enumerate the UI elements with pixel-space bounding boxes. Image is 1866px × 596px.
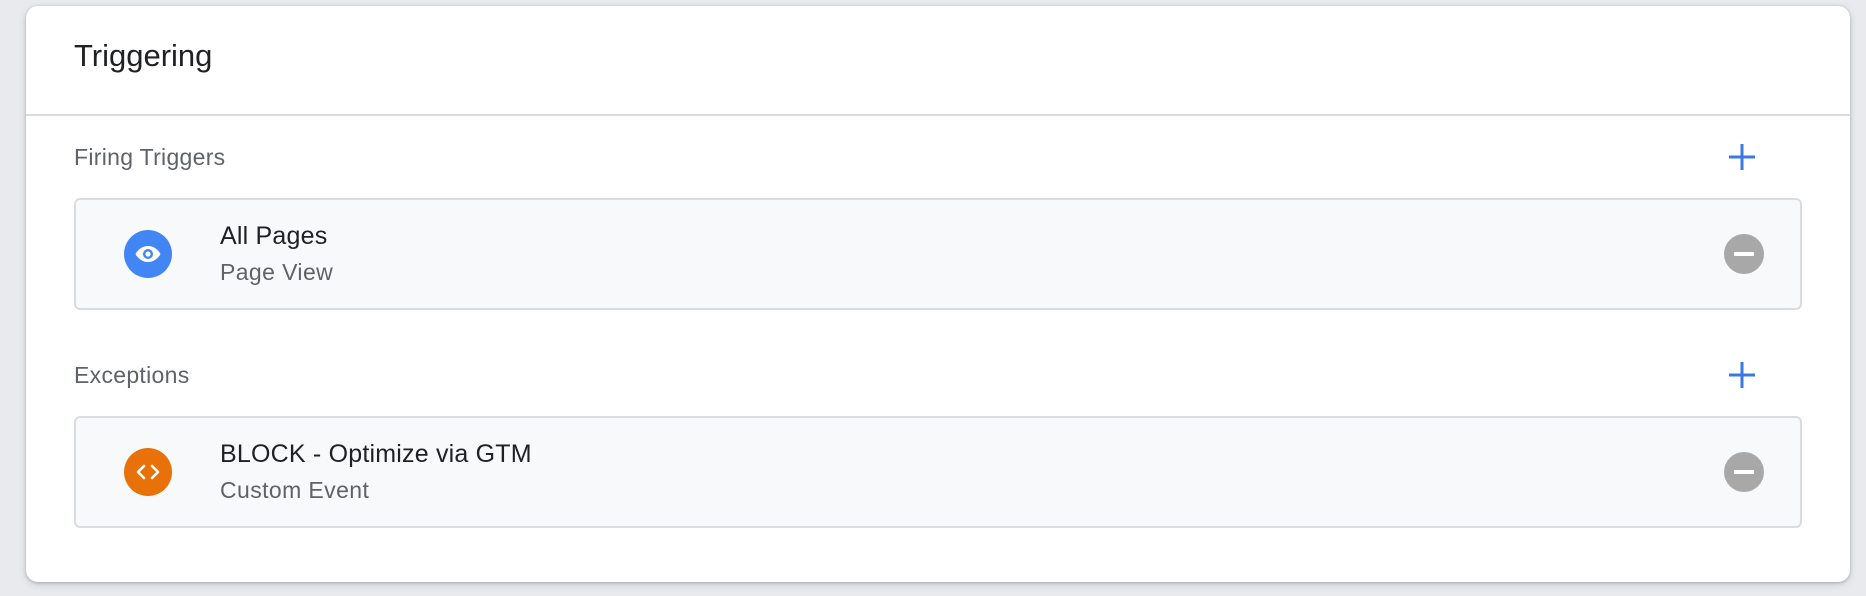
- firing-triggers-header: Firing Triggers: [74, 116, 1802, 198]
- firing-triggers-section: Firing Triggers All Pages Page View: [26, 116, 1850, 310]
- exceptions-header: Exceptions: [74, 334, 1802, 416]
- minus-icon: [1734, 252, 1754, 256]
- page-view-type-icon: [124, 230, 172, 278]
- plus-icon: [1729, 144, 1755, 170]
- eye-icon: [135, 246, 161, 262]
- card-header: Triggering: [26, 6, 1850, 116]
- exception-text: BLOCK - Optimize via GTM Custom Event: [220, 440, 532, 504]
- code-icon: [136, 464, 160, 480]
- exception-row[interactable]: BLOCK - Optimize via GTM Custom Event: [74, 416, 1802, 528]
- firing-triggers-label: Firing Triggers: [74, 143, 226, 170]
- exception-type: Custom Event: [220, 477, 370, 503]
- exceptions-label: Exceptions: [74, 361, 190, 388]
- custom-event-type-icon: [124, 448, 172, 496]
- add-exception-button[interactable]: [1718, 351, 1766, 399]
- plus-icon: [1729, 362, 1755, 388]
- minus-icon: [1734, 470, 1754, 474]
- card-title: Triggering: [74, 38, 213, 73]
- trigger-name: All Pages: [220, 222, 328, 250]
- add-firing-trigger-button[interactable]: [1718, 133, 1766, 181]
- triggering-card: Triggering Firing Triggers All Pages Pag…: [26, 6, 1850, 582]
- exceptions-section: Exceptions BLOCK - Optimize via GTM Cust…: [26, 334, 1850, 528]
- exception-name: BLOCK - Optimize via GTM: [220, 440, 532, 468]
- trigger-row[interactable]: All Pages Page View: [74, 198, 1802, 310]
- remove-exception-button[interactable]: [1724, 452, 1764, 492]
- remove-trigger-button[interactable]: [1724, 234, 1764, 274]
- trigger-type: Page View: [220, 259, 334, 285]
- trigger-text: All Pages Page View: [220, 222, 333, 286]
